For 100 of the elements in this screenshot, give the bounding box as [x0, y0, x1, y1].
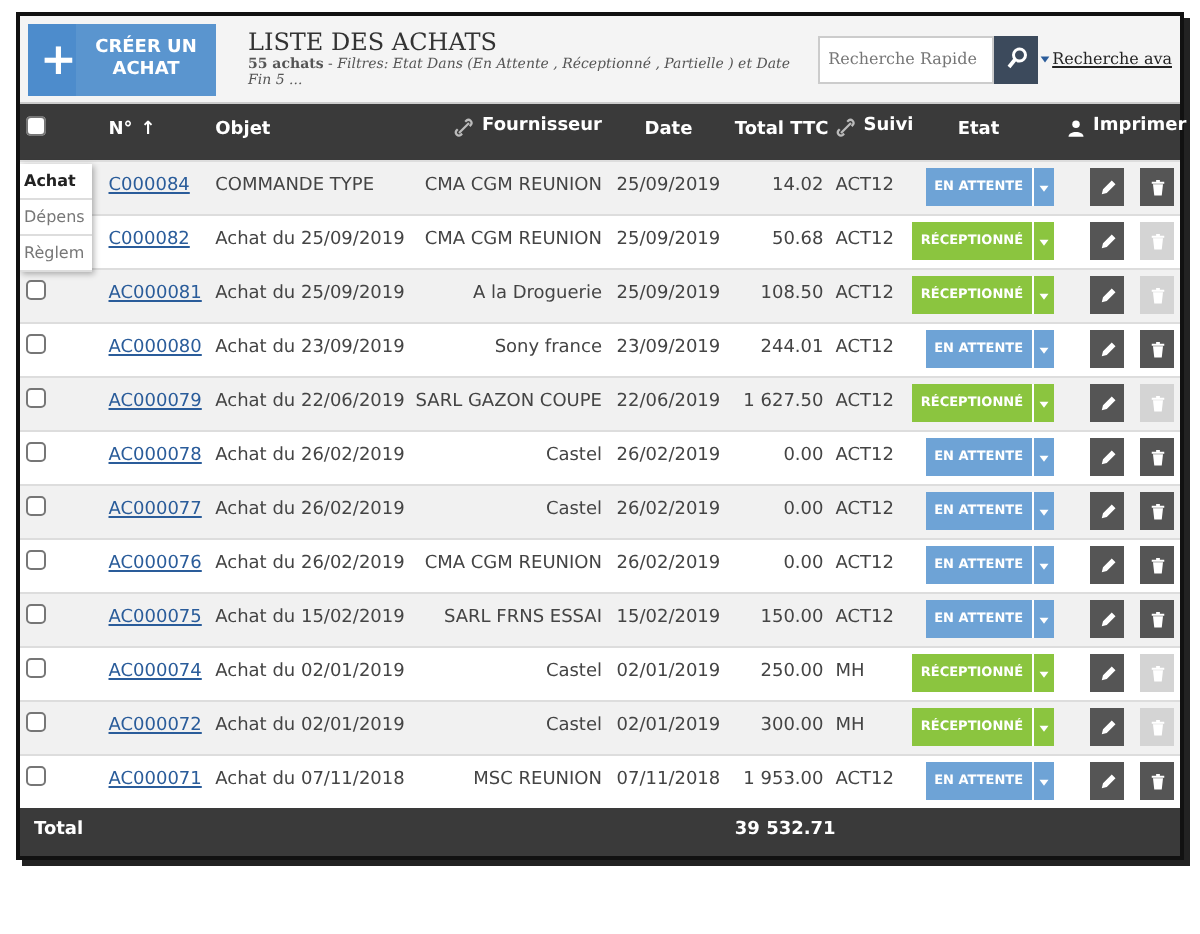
- delete-button[interactable]: [1140, 330, 1174, 368]
- total-amount: 150.00: [760, 607, 824, 628]
- trash-icon: [1147, 717, 1167, 737]
- delete-button[interactable]: [1140, 438, 1174, 476]
- column-header: Date: [644, 118, 693, 144]
- status-dropdown-button[interactable]: [1031, 546, 1054, 584]
- column-header: Suivi: [863, 114, 914, 141]
- edit-button[interactable]: [1090, 222, 1124, 260]
- edit-button[interactable]: [1090, 600, 1124, 638]
- edit-button[interactable]: [1090, 546, 1124, 584]
- status-dropdown-button[interactable]: [1031, 762, 1054, 801]
- status-dropdown-button[interactable]: [1031, 168, 1054, 206]
- trash-icon: [1147, 447, 1167, 467]
- trash-icon: [1147, 339, 1167, 359]
- pencil-icon: [1097, 717, 1117, 737]
- menu-item[interactable]: Règlem: [20, 236, 92, 272]
- caret-icon: [1037, 397, 1050, 409]
- supplier-name: Sony france: [494, 337, 602, 358]
- supplier-name: Castel: [545, 499, 602, 520]
- row-checkbox[interactable]: [26, 495, 46, 516]
- pencil-icon: [1097, 393, 1117, 413]
- purchase-object: Achat du 26/02/2019: [215, 445, 405, 466]
- pencil-icon: [1097, 555, 1117, 575]
- row-checkbox[interactable]: [26, 333, 46, 354]
- pencil-icon: [1097, 177, 1117, 197]
- pencil-icon: [1097, 231, 1117, 251]
- row-checkbox[interactable]: [26, 279, 46, 300]
- delete-button[interactable]: [1140, 492, 1174, 530]
- edit-button[interactable]: [1090, 168, 1124, 206]
- tracking-code: ACT12: [835, 553, 894, 574]
- pencil-icon: [1097, 663, 1117, 683]
- advanced-search-link[interactable]: Recherche ava: [1052, 47, 1172, 71]
- purchase-date: 26/02/2019: [616, 553, 721, 574]
- purchase-object: Achat du 02/01/2019: [215, 715, 405, 736]
- tracking-code: MH: [835, 661, 865, 682]
- row-checkbox[interactable]: [26, 657, 46, 678]
- status-dropdown-button[interactable]: [1031, 600, 1054, 638]
- supplier-name: SARL FRNS ESSAI: [444, 607, 602, 628]
- purchase-number-link[interactable]: AC000071: [108, 770, 202, 790]
- row-checkbox[interactable]: [26, 387, 46, 408]
- menu-item[interactable]: Achat: [20, 164, 92, 200]
- delete-button[interactable]: [1140, 600, 1174, 638]
- row-checkbox[interactable]: [26, 603, 46, 624]
- edit-button[interactable]: [1090, 708, 1124, 746]
- edit-button[interactable]: [1090, 492, 1124, 530]
- row-checkbox[interactable]: [26, 549, 46, 570]
- supplier-name: Castel: [545, 661, 602, 682]
- trash-icon: [1147, 393, 1167, 413]
- total-amount: 108.50: [760, 283, 824, 304]
- link-icon: [454, 117, 475, 138]
- search-field[interactable]: Recherche Rapide: [818, 35, 995, 83]
- purchase-number-link[interactable]: C000082: [108, 229, 190, 250]
- purchase-object: Achat du 23/09/2019: [215, 337, 405, 358]
- add-button[interactable]: +: [28, 23, 76, 95]
- search-button[interactable]: [994, 35, 1039, 83]
- edit-button[interactable]: [1090, 762, 1124, 801]
- menu-item[interactable]: Dépens: [20, 200, 92, 236]
- row-checkbox[interactable]: [26, 766, 46, 786]
- supplier-name: Castel: [545, 715, 602, 736]
- tracking-code: MH: [835, 715, 865, 736]
- select-all-checkbox[interactable]: [26, 116, 46, 136]
- purchase-number-link[interactable]: AC000076: [108, 553, 202, 574]
- page-title: LISTE DES ACHATS: [248, 29, 499, 57]
- tracking-code: ACT12: [835, 445, 894, 466]
- row-checkbox[interactable]: [26, 441, 46, 462]
- delete-button[interactable]: [1140, 546, 1174, 584]
- create-purchase-button[interactable]: CRÉER UN ACHAT: [76, 23, 216, 95]
- edit-button[interactable]: [1090, 384, 1124, 422]
- edit-button[interactable]: [1090, 438, 1124, 476]
- purchase-number-link[interactable]: AC000080: [108, 337, 202, 358]
- status-dropdown-button[interactable]: [1031, 330, 1054, 368]
- status-dropdown-button[interactable]: [1031, 438, 1054, 476]
- caret-icon: [1037, 235, 1050, 247]
- purchase-date: 23/09/2019: [616, 337, 721, 358]
- status-dropdown-button[interactable]: [1031, 492, 1054, 530]
- edit-button[interactable]: [1090, 330, 1124, 368]
- supplier-name: MSC REUNION: [473, 770, 602, 790]
- caret-icon: [1037, 343, 1050, 355]
- delete-button[interactable]: [1140, 168, 1174, 206]
- trash-icon: [1147, 555, 1167, 575]
- trash-icon: [1147, 177, 1167, 197]
- edit-button[interactable]: [1090, 654, 1124, 692]
- trash-icon: [1147, 609, 1167, 629]
- column-header: Etat: [957, 118, 1000, 144]
- purchase-date: 25/09/2019: [616, 175, 721, 196]
- sort-indicator[interactable]: ↑: [140, 118, 156, 145]
- purchase-number-link[interactable]: AC000074: [108, 661, 202, 682]
- purchase-date: 02/01/2019: [616, 661, 721, 682]
- trash-icon: [1147, 285, 1167, 305]
- pencil-icon: [1097, 501, 1117, 521]
- purchase-number-link[interactable]: AC000078: [108, 445, 202, 466]
- row-checkbox[interactable]: [26, 711, 46, 732]
- supplier-name: SARL GAZON COUPE: [415, 391, 602, 412]
- purchase-object: Achat du 07/11/2018: [215, 770, 405, 790]
- caret-icon: [1037, 289, 1050, 301]
- column-header: Total TTC: [734, 118, 829, 144]
- total-amount: 0.00: [783, 445, 824, 466]
- edit-button[interactable]: [1090, 276, 1124, 314]
- caret-icon: [1037, 775, 1050, 788]
- delete-button[interactable]: [1140, 762, 1174, 801]
